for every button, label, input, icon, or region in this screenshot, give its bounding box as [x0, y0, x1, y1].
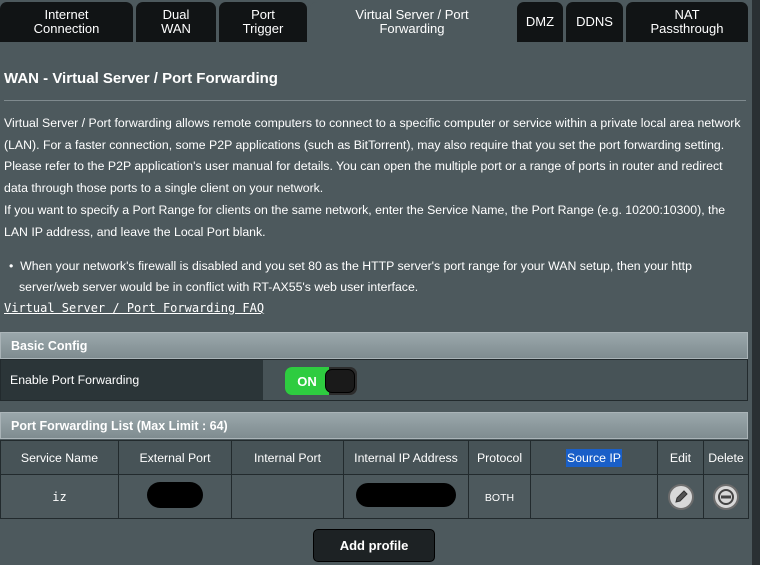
col-internal-port: Internal Port: [231, 440, 344, 475]
enable-port-forwarding-row: Enable Port Forwarding ON: [0, 359, 748, 401]
col-edit: Edit: [657, 440, 704, 475]
cell-edit: [657, 474, 704, 519]
col-service-name: Service Name: [0, 440, 119, 475]
tab-nat-passthrough[interactable]: NAT Passthrough: [626, 2, 748, 42]
pencil-icon[interactable]: [667, 483, 694, 510]
protocol-value: BOTH: [484, 491, 515, 504]
tab-internet-connection[interactable]: Internet Connection: [0, 2, 133, 42]
col-source-ip: Source IP: [530, 440, 658, 475]
description: Virtual Server / Port forwarding allows …: [4, 113, 746, 243]
col-external-port: External Port: [118, 440, 232, 475]
port-forwarding-toggle[interactable]: ON: [285, 367, 357, 395]
col-source-ip-label: Source IP: [566, 448, 622, 467]
table-row: iz BOTH: [0, 474, 749, 519]
cell-service-name: iz: [0, 474, 119, 519]
page-title: WAN - Virtual Server / Port Forwarding: [4, 70, 278, 87]
tab-dual-wan[interactable]: Dual WAN: [136, 2, 216, 42]
enable-port-forwarding-label: Enable Port Forwarding: [1, 360, 263, 400]
service-name-value: iz: [52, 489, 67, 504]
title-divider: [4, 100, 746, 101]
add-profile-button[interactable]: Add profile: [313, 529, 435, 562]
cell-internal-port: [231, 474, 344, 519]
faq-link[interactable]: Virtual Server / Port Forwarding FAQ: [4, 301, 264, 315]
description-paragraph-1: Virtual Server / Port forwarding allows …: [4, 116, 741, 196]
tab-port-trigger[interactable]: Port Trigger: [219, 2, 307, 42]
redacted-external-port: [147, 482, 203, 508]
col-internal-ip: Internal IP Address: [343, 440, 469, 475]
toggle-on-label: ON: [285, 367, 329, 395]
tab-bar: Internet Connection Dual WAN Port Trigge…: [0, 0, 760, 42]
cell-protocol: BOTH: [468, 474, 531, 519]
bullet-icon: •: [9, 259, 21, 273]
toggle-knob: [325, 369, 355, 393]
right-scroll-edge: [752, 0, 760, 565]
cell-delete: [703, 474, 749, 519]
basic-config-header: Basic Config: [0, 332, 748, 359]
col-delete: Delete: [703, 440, 749, 475]
table-header-row: Service Name External Port Internal Port…: [0, 440, 749, 475]
tab-virtual-server[interactable]: Virtual Server / Port Forwarding: [310, 2, 514, 42]
firewall-note-text: When your network's firewall is disabled…: [19, 259, 692, 294]
cell-source-ip: [530, 474, 658, 519]
cell-internal-ip: [343, 474, 469, 519]
description-paragraph-2: If you want to specify a Port Range for …: [4, 202, 726, 239]
firewall-note: • When your network's firewall is disabl…: [4, 256, 746, 297]
redacted-internal-ip: [356, 483, 456, 507]
minus-circle-icon[interactable]: [713, 483, 739, 510]
tab-dmz[interactable]: DMZ: [517, 2, 563, 42]
port-forwarding-list-header: Port Forwarding List (Max Limit : 64): [0, 412, 748, 439]
port-forwarding-table: Service Name External Port Internal Port…: [0, 440, 749, 519]
cell-external-port: [118, 474, 232, 519]
col-protocol: Protocol: [468, 440, 531, 475]
tab-ddns[interactable]: DDNS: [566, 2, 623, 42]
